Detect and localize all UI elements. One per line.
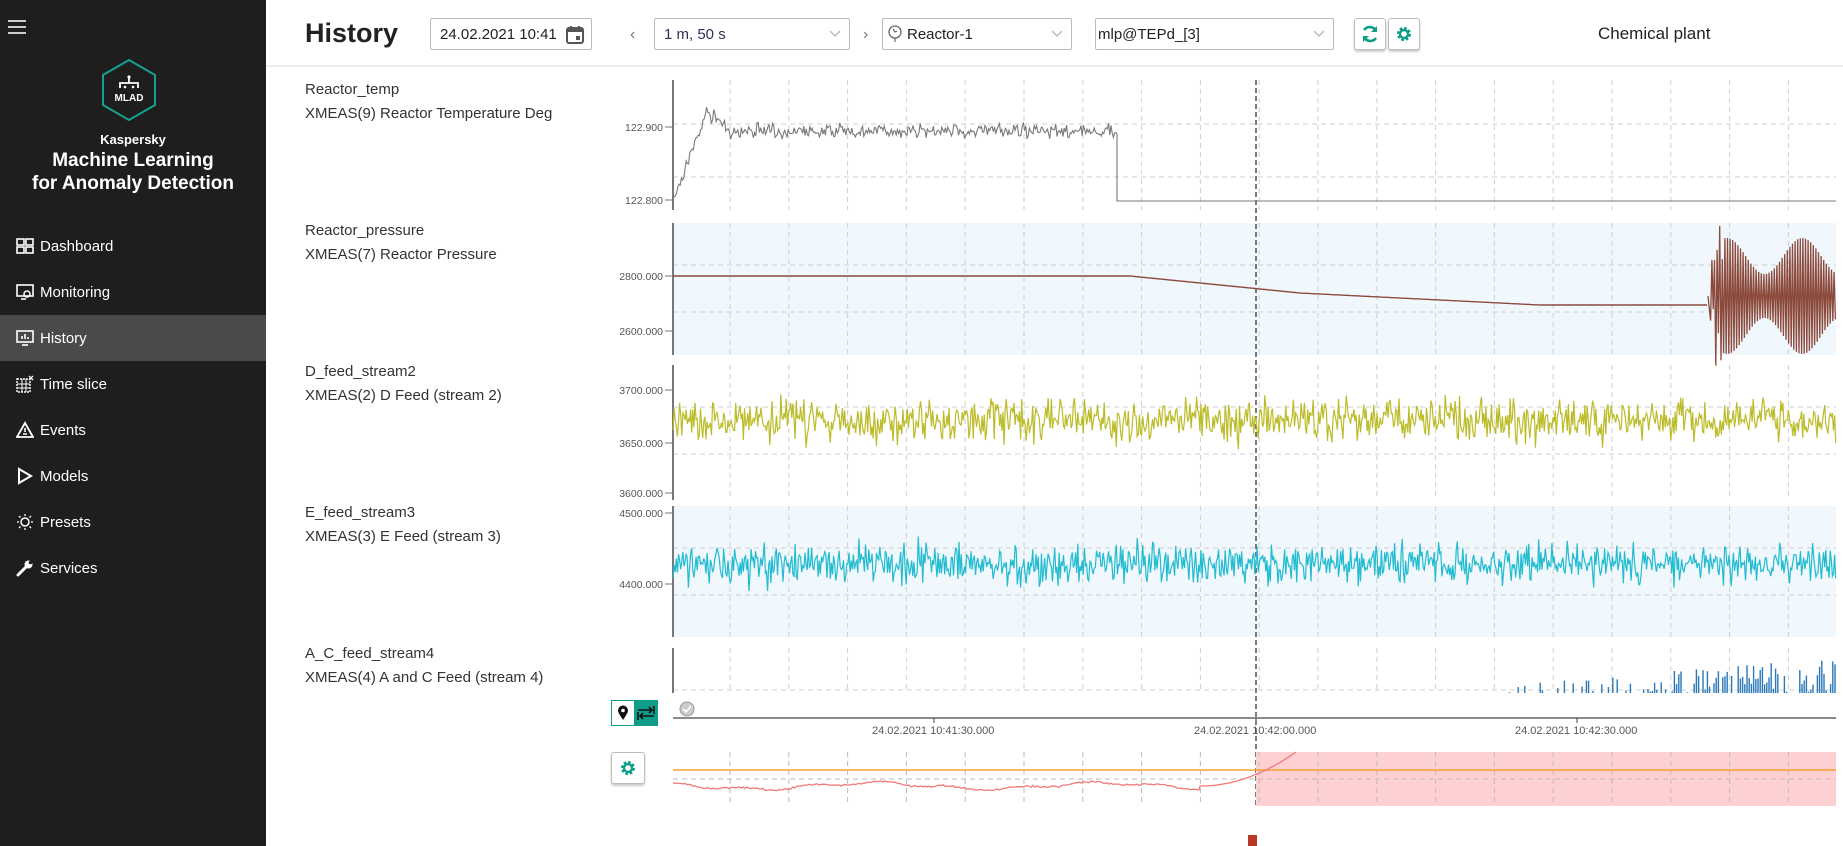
y-tick-label: 2800.000 [619, 271, 663, 283]
anomaly-settings-button[interactable] [611, 752, 645, 784]
swap-arrows-icon [637, 706, 655, 720]
x-tick-label: 24.02.2021 10:42:30.000 [1515, 725, 1637, 737]
y-tick-label: 122.800 [625, 195, 663, 207]
history-chart[interactable]: 122.900 122.800 2800.000 2600.000 3700.000 36… [0, 0, 1843, 846]
y-tick-label: 3600.000 [619, 488, 663, 500]
status-ok-icon [679, 701, 695, 717]
y-tick-label: 4500.000 [619, 508, 663, 520]
anomaly-score-series [672, 751, 1297, 792]
gear-icon [621, 761, 635, 775]
event-marker[interactable] [1248, 835, 1257, 846]
swap-mode-button[interactable] [634, 700, 658, 726]
x-tick-label: 24.02.2021 10:42:00.000 [1194, 725, 1316, 737]
y-tick-label: 2600.000 [619, 326, 663, 338]
y-tick-label: 3700.000 [619, 385, 663, 397]
x-tick-label: 24.02.2021 10:41:30.000 [872, 725, 994, 737]
location-pin-icon [618, 705, 628, 720]
pin-mode-button[interactable] [611, 700, 635, 726]
y-tick-label: 3650.000 [619, 438, 663, 450]
y-tick-label: 4400.000 [619, 579, 663, 591]
y-tick-label: 122.900 [625, 122, 663, 134]
